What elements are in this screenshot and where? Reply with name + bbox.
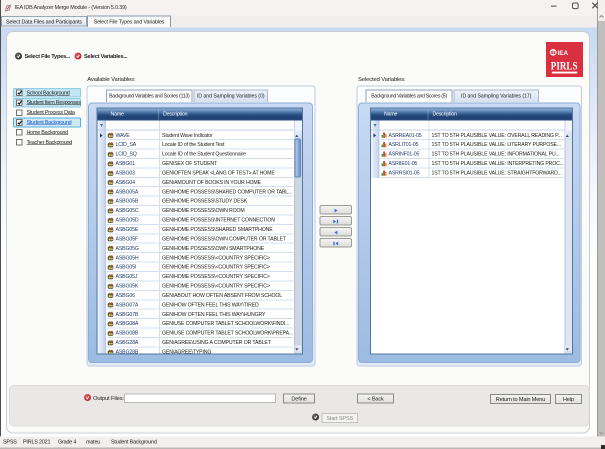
svg-text:IEA: IEA [558,50,569,57]
svg-text:PIRLS: PIRLS [551,59,578,73]
